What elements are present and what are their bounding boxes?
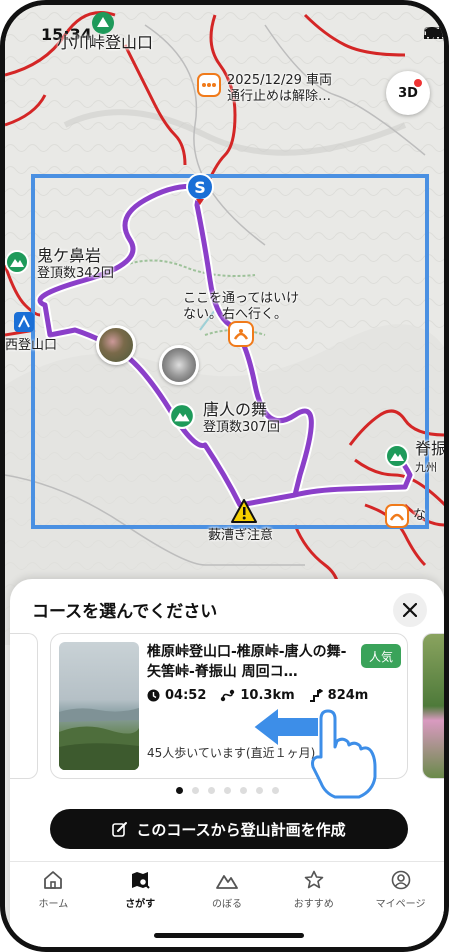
tab-bar: ホーム さがす のぼる おすすめ マイページ	[10, 861, 444, 921]
edit-icon	[112, 822, 128, 837]
close-icon	[403, 603, 417, 617]
photo-pin-2[interactable]	[159, 345, 199, 385]
peak-marker-icon[interactable]	[169, 403, 195, 429]
toggle-3d-button[interactable]: 3D	[386, 71, 430, 115]
close-button[interactable]	[393, 593, 427, 627]
tab-label: ホーム	[38, 899, 69, 910]
star-icon	[304, 870, 324, 889]
map-label-hazard: 藪漕ぎ注意	[208, 528, 274, 543]
hazard-note-icon[interactable]	[228, 321, 254, 347]
previous-course-card[interactable]	[10, 633, 38, 779]
sheet-title: コースを選んでください	[32, 602, 218, 622]
tab-label: さがす	[125, 899, 156, 910]
warning-triangle-icon[interactable]	[230, 498, 258, 524]
map-label-right-clip: な	[413, 508, 427, 523]
map-label-peak-onigahana-count: 登頂数342回	[37, 266, 114, 281]
create-plan-label: このコースから登山計画を作成	[136, 820, 346, 839]
map-label-warning-note-1: ここを通ってはいけ	[183, 291, 300, 306]
road-notice-icon[interactable]	[385, 504, 409, 528]
map-label-peak-karato: 唐人の舞	[203, 400, 268, 419]
home-indicator	[154, 933, 304, 938]
mountain-icon	[216, 875, 238, 889]
photo-pin-1[interactable]	[96, 325, 136, 365]
pagination-dot[interactable]	[223, 787, 231, 794]
map-search-icon	[132, 872, 150, 889]
map-label-road-notice-1: 2025/12/29 車両	[227, 73, 333, 88]
user-icon	[391, 870, 410, 890]
battery-icon	[424, 27, 444, 39]
next-course-card[interactable]	[422, 633, 444, 779]
duration-stat: 04:52	[147, 688, 206, 703]
notification-dot	[414, 79, 422, 87]
start-marker-icon[interactable]: S	[186, 173, 214, 205]
pagination-dot[interactable]	[191, 787, 199, 794]
toggle-3d-label: 3D	[398, 85, 418, 101]
tab-recommend[interactable]: おすすめ	[270, 862, 357, 921]
tab-label: マイページ	[375, 899, 426, 910]
svg-text:S: S	[194, 178, 206, 197]
trailhead-sign-icon[interactable]	[13, 311, 35, 333]
map-label-peak-onigahana: 鬼ケ鼻岩	[37, 246, 102, 265]
map-label-trailhead-top: 小川峠登山口	[57, 33, 154, 52]
home-icon	[44, 871, 63, 889]
pagination-dot[interactable]	[175, 787, 183, 794]
trailhead-marker-icon[interactable]	[91, 11, 115, 35]
clock-icon	[147, 689, 160, 702]
map-label-trailhead-left: 西登山口	[5, 338, 58, 353]
pagination-dot[interactable]	[207, 787, 215, 794]
map-view[interactable]: 15:34 小川峠登山口 2025/12/29 車両 通行止めは解除… 3D S…	[5, 5, 448, 645]
map-label-peak-right-sub: 九州	[415, 461, 437, 474]
duration-value: 04:52	[165, 688, 207, 703]
pagination-dot[interactable]	[239, 787, 247, 794]
peak-marker-icon[interactable]	[385, 444, 409, 468]
distance-icon	[221, 689, 235, 702]
tab-label: のぼる	[211, 899, 242, 910]
road-notice-icon[interactable]	[197, 73, 221, 97]
course-title: 椎原峠登山口-椎原峠-唐人の舞-矢筈峠-脊振山 周回コ…	[147, 644, 347, 680]
tab-label: おすすめ	[293, 899, 334, 910]
create-plan-button[interactable]: このコースから登山計画を作成	[50, 809, 408, 849]
course-thumbnail	[59, 642, 139, 770]
phone-frame: 15:34 小川峠登山口 2025/12/29 車両 通行止めは解除… 3D S…	[0, 0, 449, 952]
tab-mypage[interactable]: マイページ	[357, 862, 444, 921]
tab-search[interactable]: さがす	[97, 862, 184, 921]
map-label-road-notice-2: 通行止めは解除…	[227, 89, 332, 104]
tab-climb[interactable]: のぼる	[184, 862, 271, 921]
swipe-hint-icon	[251, 704, 377, 799]
map-label-peak-karato-count: 登頂数307回	[203, 420, 280, 435]
tab-home[interactable]: ホーム	[10, 862, 97, 921]
peak-marker-icon[interactable]	[5, 250, 29, 274]
map-label-peak-right: 脊振	[415, 439, 448, 458]
popular-badge: 人気	[361, 644, 401, 668]
